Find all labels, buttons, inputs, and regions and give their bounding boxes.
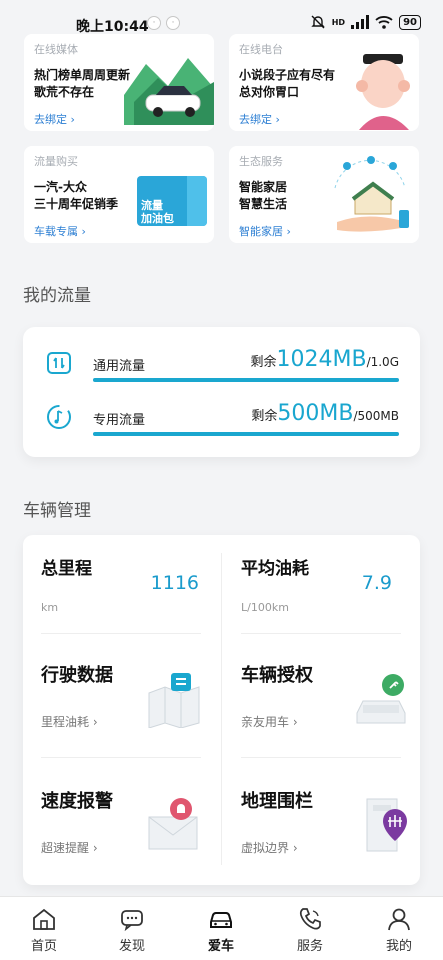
traffic-package-badge: 流量 加油包 [137,176,207,226]
dedicated-traffic-label: 专用流量 [93,413,146,428]
avg-fuel-cell[interactable]: 平均油耗 7.9 L/100km [221,535,420,633]
car-key-illustration [356,674,406,724]
card-title-line1: 智能家居 [239,180,288,194]
card-title-line2: 智慧生活 [239,197,288,211]
geofence-title: 地理围栏 [241,791,313,812]
mute-icon [311,15,325,29]
avg-fuel-unit: L/100km [241,601,289,614]
traffic-purchase-card[interactable]: 流量购买 一汽-大众 三十周年促销季 车载专属 › 流量 加油包 [24,146,214,243]
vehicle-authorization-link[interactable]: 亲友用车 › [241,713,298,730]
card-title-line1: 小说段子应有尽有 [239,68,336,82]
traffic-card: 通用流量 剩余1024MB/1.0G 专用流量 剩余500MB/500MB [23,327,420,457]
chat-icon [121,910,143,932]
card-tag: 在线媒体 [34,43,78,56]
card-title-line1: 一汽-大众 [34,180,87,194]
geofence-cell[interactable]: 地理围栏 虚拟边界 › [221,757,420,885]
notification-icon: · [147,16,161,30]
total-mileage-cell[interactable]: 总里程 1116 km [23,535,221,633]
general-traffic-remaining: 剩余1024MB/1.0G [250,347,399,372]
card-tag: 流量购买 [34,155,78,168]
avg-fuel-value: 7.9 [361,572,392,594]
driving-data-cell[interactable]: 行驶数据 里程油耗 › [23,633,221,757]
card-title-line2: 总对你胃口 [239,85,300,99]
card-title-line2: 三十周年促销季 [34,197,119,211]
vehicle-management-card: 总里程 1116 km 平均油耗 7.9 L/100km 行驶数据 里程油耗 ›… [23,535,420,885]
network-type: HD [331,17,346,27]
eco-service-card[interactable]: 生态服务 智能家居 智慧生活 智能家居 › [229,146,419,243]
general-traffic-progress [93,378,399,382]
dedicated-traffic-row[interactable]: 专用流量 剩余500MB/500MB [45,401,399,441]
online-media-card[interactable]: 在线媒体 热门榜单周周更新 歌荒不存在 去绑定 › [24,34,214,131]
signal-icon [351,15,370,29]
bind-link[interactable]: 去绑定 › [34,111,75,127]
map-illustration [148,673,200,728]
card-title-line2: 歌荒不存在 [34,85,95,99]
geofence-link[interactable]: 虚拟边界 › [241,839,298,856]
dedicated-traffic-remaining: 剩余500MB/500MB [251,401,399,426]
vehicle-authorization-title: 车辆授权 [241,665,313,686]
card-tag: 生态服务 [239,155,283,168]
car-landscape-illustration [124,58,214,125]
general-traffic-label: 通用流量 [93,359,146,374]
dedicated-traffic-progress [93,432,399,436]
battery-indicator: 90 [399,14,421,30]
driving-data-link[interactable]: 里程油耗 › [41,713,98,730]
envelope-alarm-illustration [148,798,198,850]
smart-home-link[interactable]: 智能家居 › [239,223,291,239]
total-mileage-label: 总里程 [41,559,92,579]
tab-mine[interactable]: 我的 [355,897,443,960]
tab-discover[interactable]: 发现 [88,897,176,960]
home-icon [33,908,55,930]
wifi-icon [375,16,393,29]
person-icon [388,908,410,931]
phone-icon [299,908,321,930]
card-tag: 在线电台 [239,43,283,56]
status-time: 晚上10:44 [76,19,149,35]
tab-home[interactable]: 首页 [0,897,88,960]
in-car-link[interactable]: 车载专属 › [34,223,86,239]
online-radio-card[interactable]: 在线电台 小说段子应有尽有 总对你胃口 去绑定 › [229,34,419,131]
bottom-tab-bar: 首页 发现 爱车 服务 我的 [0,896,443,960]
speed-alarm-cell[interactable]: 速度报警 超速提醒 › [23,757,221,885]
tab-service[interactable]: 服务 [266,897,354,960]
smart-home-illustration [334,156,409,232]
speed-alarm-link[interactable]: 超速提醒 › [41,839,98,856]
driving-data-title: 行驶数据 [41,665,113,686]
my-traffic-title: 我的流量 [23,286,91,306]
general-traffic-icon [47,352,71,374]
speed-alarm-title: 速度报警 [41,791,113,812]
total-mileage-value: 1116 [150,572,199,594]
geofence-pin-illustration [366,798,407,852]
tab-my-car[interactable]: 爱车 [177,897,265,960]
avg-fuel-label: 平均油耗 [241,559,309,579]
vehicle-authorization-cell[interactable]: 车辆授权 亲友用车 › [221,633,420,757]
car-icon [210,912,232,928]
music-traffic-icon [47,405,71,429]
bind-link[interactable]: 去绑定 › [239,111,280,127]
status-indicators: HD 90 [310,14,421,30]
general-traffic-row[interactable]: 通用流量 剩余1024MB/1.0G [45,347,399,387]
vehicle-management-title: 车辆管理 [23,501,91,521]
character-illustration [356,54,410,130]
total-mileage-unit: km [41,601,59,614]
app-notification-icon: · [166,16,180,30]
card-title-line1: 热门榜单周周更新 [34,68,131,82]
